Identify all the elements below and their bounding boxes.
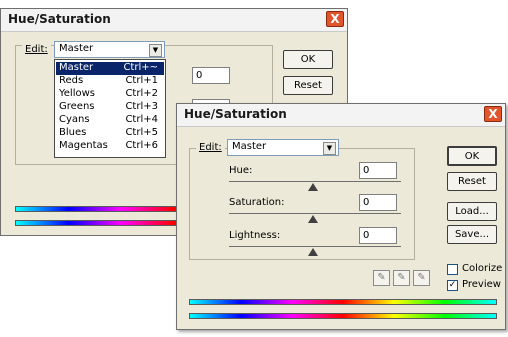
saturation-input[interactable]: 0 [359, 194, 397, 211]
load-button[interactable]: Load... [447, 202, 497, 221]
back-ok-button[interactable]: OK [283, 50, 333, 69]
back-titlebar[interactable]: Hue/Saturation X [1, 9, 347, 32]
lightness-input[interactable]: 0 [359, 227, 397, 244]
close-icon: X [330, 12, 340, 26]
menu-item-magentas[interactable]: Magentas Ctrl+6 [56, 140, 164, 153]
chevron-down-icon[interactable]: ▼ [323, 142, 336, 155]
edit-channel-dropdown-menu: Master Ctrl+~ Reds Ctrl+1 Yellows Ctrl+2… [54, 59, 166, 158]
front-ok-button[interactable]: OK [447, 146, 497, 166]
colorize-checkbox[interactable] [447, 264, 458, 275]
front-close-button[interactable]: X [484, 106, 502, 122]
close-icon: X [488, 107, 498, 121]
front-edit-value: Master [232, 141, 267, 152]
back-edit-select[interactable]: Master ▼ [54, 41, 165, 58]
preview-label: Preview [462, 279, 501, 290]
back-edit-label: Edit: [22, 44, 51, 55]
menu-item-blues[interactable]: Blues Ctrl+5 [56, 127, 164, 140]
front-reset-button[interactable]: Reset [447, 172, 497, 191]
chevron-down-icon[interactable]: ▼ [149, 44, 162, 57]
lightness-slider-track[interactable] [229, 246, 401, 247]
front-edit-label: Edit: [196, 142, 225, 153]
saturation-label: Saturation: [229, 197, 285, 208]
hue-label: Hue: [229, 165, 253, 176]
hue-input[interactable]: 0 [359, 162, 397, 179]
menu-item-cyans[interactable]: Cyans Ctrl+4 [56, 114, 164, 127]
front-output-color-bar [189, 313, 497, 319]
menu-item-greens[interactable]: Greens Ctrl+3 [56, 101, 164, 114]
back-reset-button[interactable]: Reset [283, 76, 333, 95]
front-input-color-bar [189, 299, 497, 305]
back-edit-value: Master [59, 43, 94, 54]
eyedropper-plus-icon[interactable]: ✎ [393, 270, 410, 286]
front-hue-saturation-dialog: Hue/Saturation X Edit: Master ▼ Hue: 0 S… [176, 103, 506, 330]
colorize-label: Colorize [462, 263, 503, 274]
front-titlebar[interactable]: Hue/Saturation X [177, 104, 505, 127]
hue-slider-thumb[interactable] [308, 183, 318, 191]
saturation-slider-track[interactable] [229, 213, 401, 214]
hue-slider-track[interactable] [229, 181, 401, 182]
checkmark-icon: ✓ [448, 280, 457, 290]
save-button[interactable]: Save... [447, 225, 497, 244]
menu-item-yellows[interactable]: Yellows Ctrl+2 [56, 88, 164, 101]
lightness-label: Lightness: [229, 230, 281, 241]
back-close-button[interactable]: X [326, 11, 344, 27]
front-edit-select[interactable]: Master ▼ [227, 139, 339, 156]
saturation-slider-thumb[interactable] [308, 215, 318, 223]
preview-checkbox[interactable]: ✓ [447, 280, 458, 291]
front-dialog-title: Hue/Saturation [184, 107, 287, 121]
menu-item-master[interactable]: Master Ctrl+~ [56, 62, 164, 75]
back-dialog-title: Hue/Saturation [8, 12, 111, 26]
back-hue-input[interactable]: 0 [192, 67, 230, 84]
menu-item-reds[interactable]: Reds Ctrl+1 [56, 75, 164, 88]
eyedropper-minus-icon[interactable]: ✎ [413, 270, 430, 286]
eyedropper-icon[interactable]: ✎ [373, 270, 390, 286]
lightness-slider-thumb[interactable] [308, 248, 318, 256]
